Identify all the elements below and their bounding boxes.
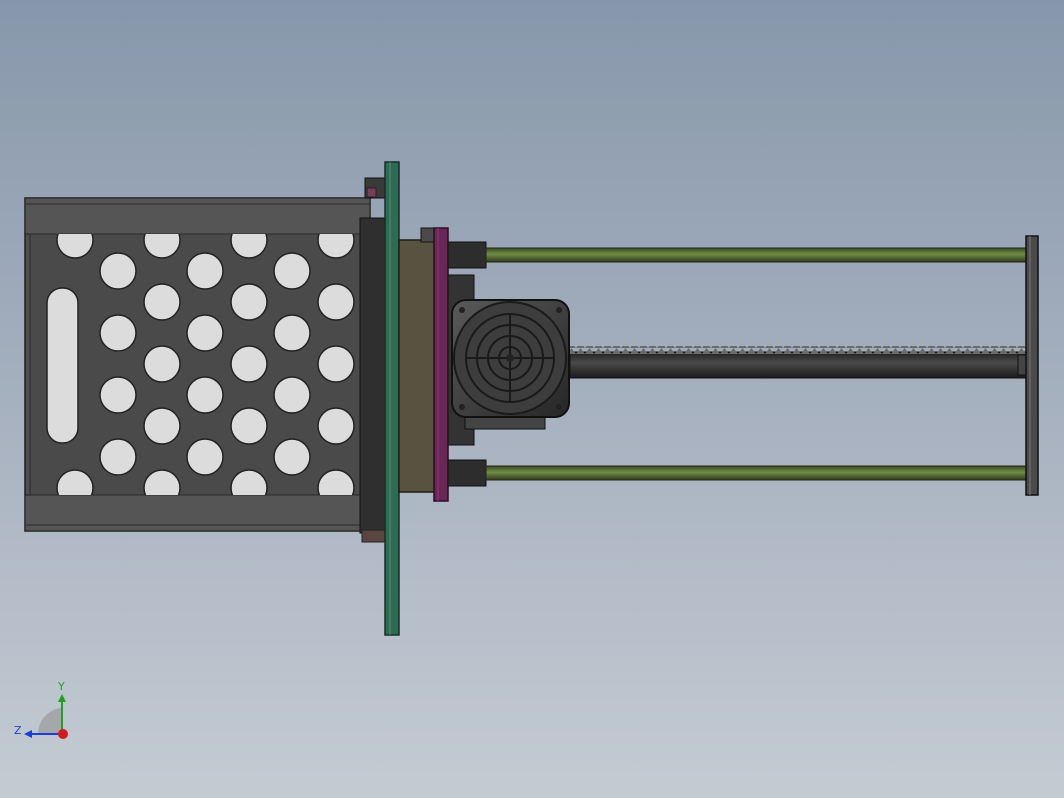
upper-guide-rod[interactable] xyxy=(447,241,1029,269)
olive-carriage-block[interactable] xyxy=(398,227,436,493)
y-axis-arrow-icon xyxy=(58,694,66,702)
handle-slot xyxy=(46,287,79,444)
lead-screw[interactable] xyxy=(569,346,1029,379)
right-end-plate[interactable] xyxy=(1025,235,1039,496)
orientation-triad: Y Z xyxy=(14,680,68,739)
stepper-motor[interactable] xyxy=(447,274,570,446)
triad-arc xyxy=(37,708,62,734)
lower-guide-rod[interactable] xyxy=(447,459,1029,487)
cad-viewport[interactable]: Y Z xyxy=(0,0,1064,798)
z-axis-arrow-icon xyxy=(24,730,32,738)
green-mounting-plate[interactable] xyxy=(384,161,400,636)
perforated-enclosure[interactable] xyxy=(24,177,387,543)
x-axis-dot-icon xyxy=(58,729,68,739)
y-axis-label: Y xyxy=(57,680,65,693)
z-axis-label: Z xyxy=(14,724,22,737)
magenta-end-plate[interactable] xyxy=(433,227,449,502)
